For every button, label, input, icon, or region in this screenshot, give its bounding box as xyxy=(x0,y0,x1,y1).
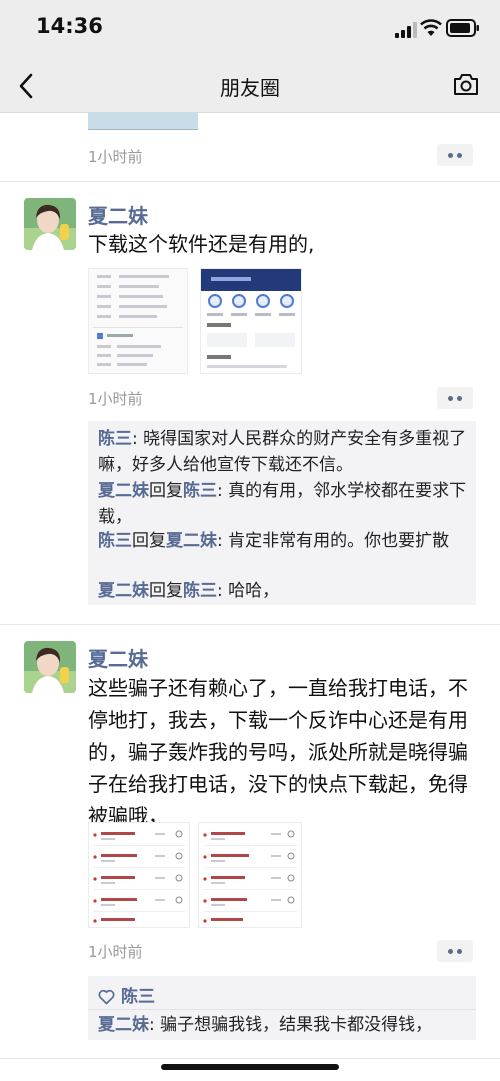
like-user[interactable]: 陈三 xyxy=(121,987,155,1007)
comment[interactable]: 夏二妹回复陈三: 真的有用，邻水学校都在要求下载， xyxy=(98,478,468,530)
more-options-button[interactable] xyxy=(437,387,473,409)
comment[interactable]: 夏二妹: 骗子想骗我钱，结果我卡都没得钱， xyxy=(98,1012,468,1038)
signal-icon xyxy=(395,22,417,38)
post-author[interactable]: 夏二妹 xyxy=(88,643,148,672)
wifi-icon xyxy=(420,19,442,36)
more-options-button[interactable] xyxy=(437,144,473,166)
post-text: 这些骗子还有赖心了，一直给我打电话，不停地打，我去，下载一个反诈中心还是有用的，… xyxy=(88,676,468,828)
post-image[interactable] xyxy=(198,822,302,928)
avatar[interactable] xyxy=(24,198,76,250)
status-bar: 14:36 xyxy=(0,0,500,60)
post-author[interactable]: 夏二妹 xyxy=(88,200,148,229)
post-image[interactable] xyxy=(88,268,188,374)
more-options-button[interactable] xyxy=(437,940,473,962)
clock: 14:36 xyxy=(36,14,103,38)
heart-icon xyxy=(98,989,115,1005)
comment[interactable]: 陈三: 晓得国家对人民群众的财产安全有多重视了嘛，好多人给他宣传下载还不信。 xyxy=(98,426,468,478)
post-time: 1小时前 xyxy=(88,943,143,961)
battery-icon xyxy=(446,19,479,37)
post-image[interactable] xyxy=(200,268,302,374)
avatar[interactable] xyxy=(24,641,76,693)
camera-icon[interactable] xyxy=(452,73,480,97)
post-image-thumbnail[interactable] xyxy=(88,112,198,130)
post-text: 下载这个软件还是有用的, xyxy=(88,232,315,256)
post-image[interactable] xyxy=(88,822,190,928)
likes-row: 陈三 xyxy=(98,982,155,1007)
post-time: 1小时前 xyxy=(88,390,143,408)
page-title: 朋友圈 xyxy=(220,76,280,100)
post-time: 1小时前 xyxy=(88,148,143,166)
divider xyxy=(0,181,500,182)
nav-bar: 朋友圈 xyxy=(0,60,500,113)
divider xyxy=(0,624,500,625)
comment[interactable]: 陈三回复夏二妹: 肯定非常有用的。你也要扩散 xyxy=(98,528,468,554)
comments-box: 陈三: 晓得国家对人民群众的财产安全有多重视了嘛，好多人给他宣传下载还不信。 夏… xyxy=(88,421,476,605)
divider xyxy=(88,1009,476,1010)
home-indicator[interactable] xyxy=(161,1064,339,1070)
comment[interactable]: 夏二妹回复陈三: 哈哈， xyxy=(98,578,468,604)
comments-box: 陈三 夏二妹: 骗子想骗我钱，结果我卡都没得钱， xyxy=(88,976,476,1040)
divider xyxy=(0,1058,500,1059)
